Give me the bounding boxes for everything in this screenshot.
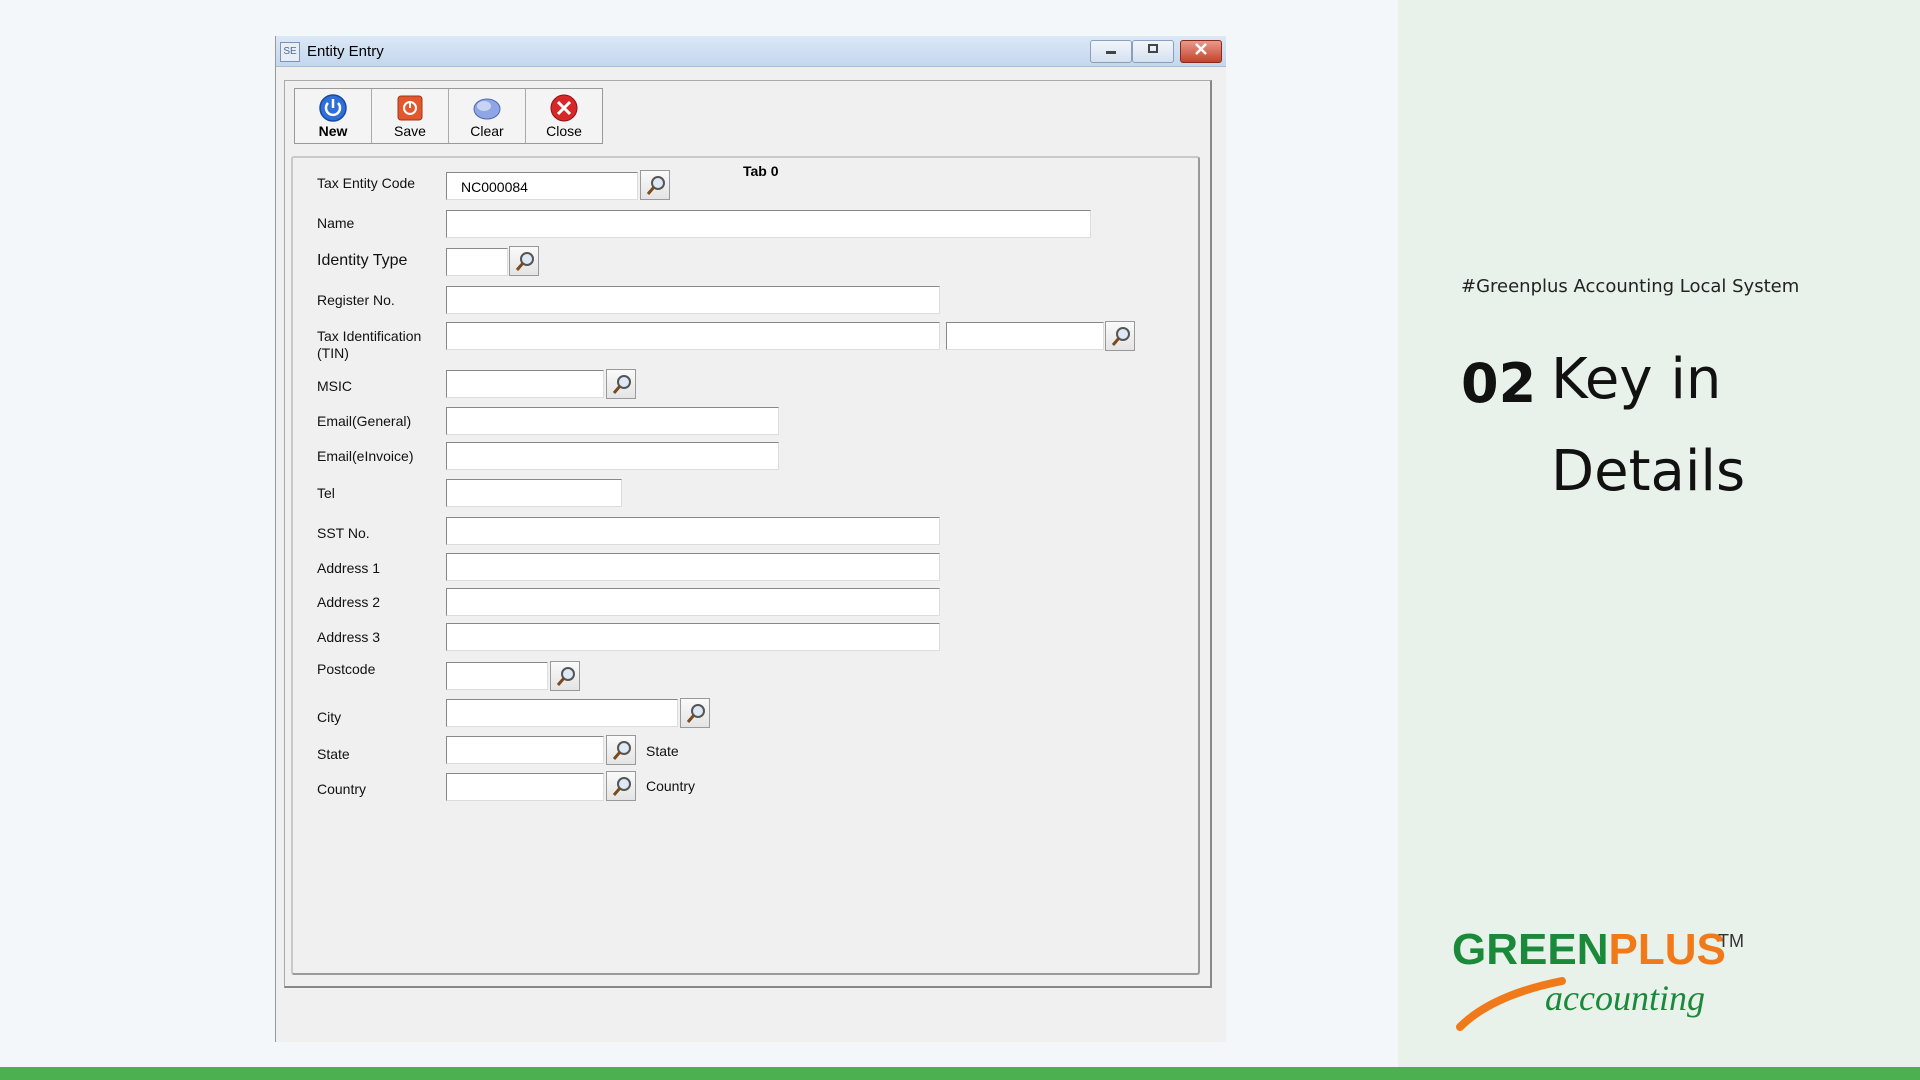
- entity-entry-window: SE Entity Entry New Save Clear Close Tab…: [275, 36, 1226, 1042]
- toolbar: New Save Clear Close: [294, 88, 603, 144]
- msic-field[interactable]: [446, 370, 604, 398]
- magnifier-icon: [1111, 327, 1130, 346]
- save-label: Save: [394, 123, 426, 139]
- country-field[interactable]: [446, 773, 604, 801]
- step-number: 02: [1461, 352, 1537, 415]
- register-no-label: Register No.: [317, 292, 395, 308]
- email-general-label: Email(General): [317, 413, 412, 429]
- address2-field[interactable]: [446, 588, 940, 616]
- identity-type-field[interactable]: [446, 248, 508, 276]
- logo-orange-text: PLUS: [1608, 925, 1726, 974]
- new-label: New: [318, 123, 348, 139]
- country-lookup-button[interactable]: [606, 771, 636, 801]
- step-title: Key in Details: [1551, 347, 1746, 504]
- tin-label-line2: (TIN): [317, 345, 349, 361]
- magnifier-icon: [612, 741, 631, 760]
- msic-lookup-button[interactable]: [606, 369, 636, 399]
- close-button[interactable]: Close: [526, 89, 602, 143]
- email-einvoice-label: Email(eInvoice): [317, 448, 414, 464]
- magnifier-icon: [612, 777, 631, 796]
- maximize-button[interactable]: [1132, 40, 1174, 63]
- state-label: State: [317, 746, 350, 762]
- country-label: Country: [317, 781, 367, 797]
- postcode-lookup-button[interactable]: [550, 661, 580, 691]
- eraser-icon: [473, 98, 501, 120]
- tax-entity-code-lookup-button[interactable]: [640, 170, 670, 200]
- tin-label-line1: Tax Identification: [317, 328, 422, 344]
- greenplus-logo: GREENPLUS TM accounting: [1452, 925, 1752, 1035]
- save-icon: [397, 95, 423, 121]
- register-no-field[interactable]: [446, 286, 940, 314]
- magnifier-icon: [646, 176, 665, 195]
- tin-lookup-button[interactable]: [1105, 321, 1135, 351]
- name-field[interactable]: [446, 210, 1091, 238]
- tel-label: Tel: [317, 485, 335, 501]
- maximize-icon: [1148, 44, 1158, 53]
- magnifier-icon: [556, 667, 575, 686]
- new-button[interactable]: New: [295, 89, 372, 143]
- address1-label: Address 1: [317, 560, 381, 576]
- logo-green-text: GREEN: [1452, 925, 1609, 974]
- slide-hashtag: #Greenplus Accounting Local System: [1461, 276, 1800, 297]
- state-field[interactable]: [446, 736, 604, 764]
- close-label: Close: [546, 123, 582, 139]
- close-icon: [1195, 43, 1207, 55]
- identity-type-lookup-button[interactable]: [509, 246, 539, 276]
- magnifier-icon: [686, 704, 705, 723]
- sst-no-label: SST No.: [317, 525, 370, 541]
- state-lookup-button[interactable]: [606, 735, 636, 765]
- magnifier-icon: [612, 375, 631, 394]
- sst-no-field[interactable]: [446, 517, 940, 545]
- city-lookup-button[interactable]: [680, 698, 710, 728]
- tin-label: Tax Identification (TIN): [317, 328, 421, 362]
- state-description: State: [646, 743, 679, 759]
- msic-label: MSIC: [317, 378, 352, 394]
- tel-field[interactable]: [446, 479, 622, 507]
- app-icon: SE: [280, 42, 300, 62]
- name-label: Name: [317, 215, 355, 231]
- magnifier-icon: [515, 252, 534, 271]
- clear-button[interactable]: Clear: [449, 89, 526, 143]
- postcode-label: Postcode: [317, 661, 376, 677]
- country-description: Country: [646, 778, 696, 794]
- identity-type-label: Identity Type: [317, 252, 408, 269]
- window-title: Entity Entry: [307, 43, 384, 60]
- address3-field[interactable]: [446, 623, 940, 651]
- address3-label: Address 3: [317, 629, 381, 645]
- clear-label: Clear: [470, 123, 504, 139]
- minimize-button[interactable]: [1090, 40, 1132, 63]
- window-titlebar[interactable]: SE Entity Entry: [276, 36, 1226, 67]
- city-label: City: [317, 709, 342, 725]
- email-einvoice-field[interactable]: [446, 442, 779, 470]
- city-field[interactable]: [446, 699, 678, 727]
- tin-secondary-field[interactable]: [946, 322, 1104, 350]
- bottom-accent-bar: [0, 1067, 1920, 1080]
- close-circle-icon: [550, 94, 578, 122]
- address1-field[interactable]: [446, 553, 940, 581]
- tab-title[interactable]: Tab 0: [743, 163, 779, 179]
- address2-label: Address 2: [317, 594, 381, 610]
- postcode-field[interactable]: [446, 662, 548, 690]
- window-close-button[interactable]: [1180, 40, 1222, 63]
- logo-subtitle: accounting: [1545, 978, 1705, 1018]
- minimize-icon: [1106, 51, 1116, 54]
- tax-entity-code-label: Tax Entity Code: [317, 175, 416, 191]
- slide-side-panel: [1398, 0, 1920, 1068]
- tax-entity-code-field[interactable]: NC000084: [446, 172, 638, 200]
- save-button[interactable]: Save: [372, 89, 449, 143]
- email-general-field[interactable]: [446, 407, 779, 435]
- logo-trademark: TM: [1718, 931, 1744, 951]
- power-icon: [319, 94, 347, 122]
- tin-field[interactable]: [446, 322, 940, 350]
